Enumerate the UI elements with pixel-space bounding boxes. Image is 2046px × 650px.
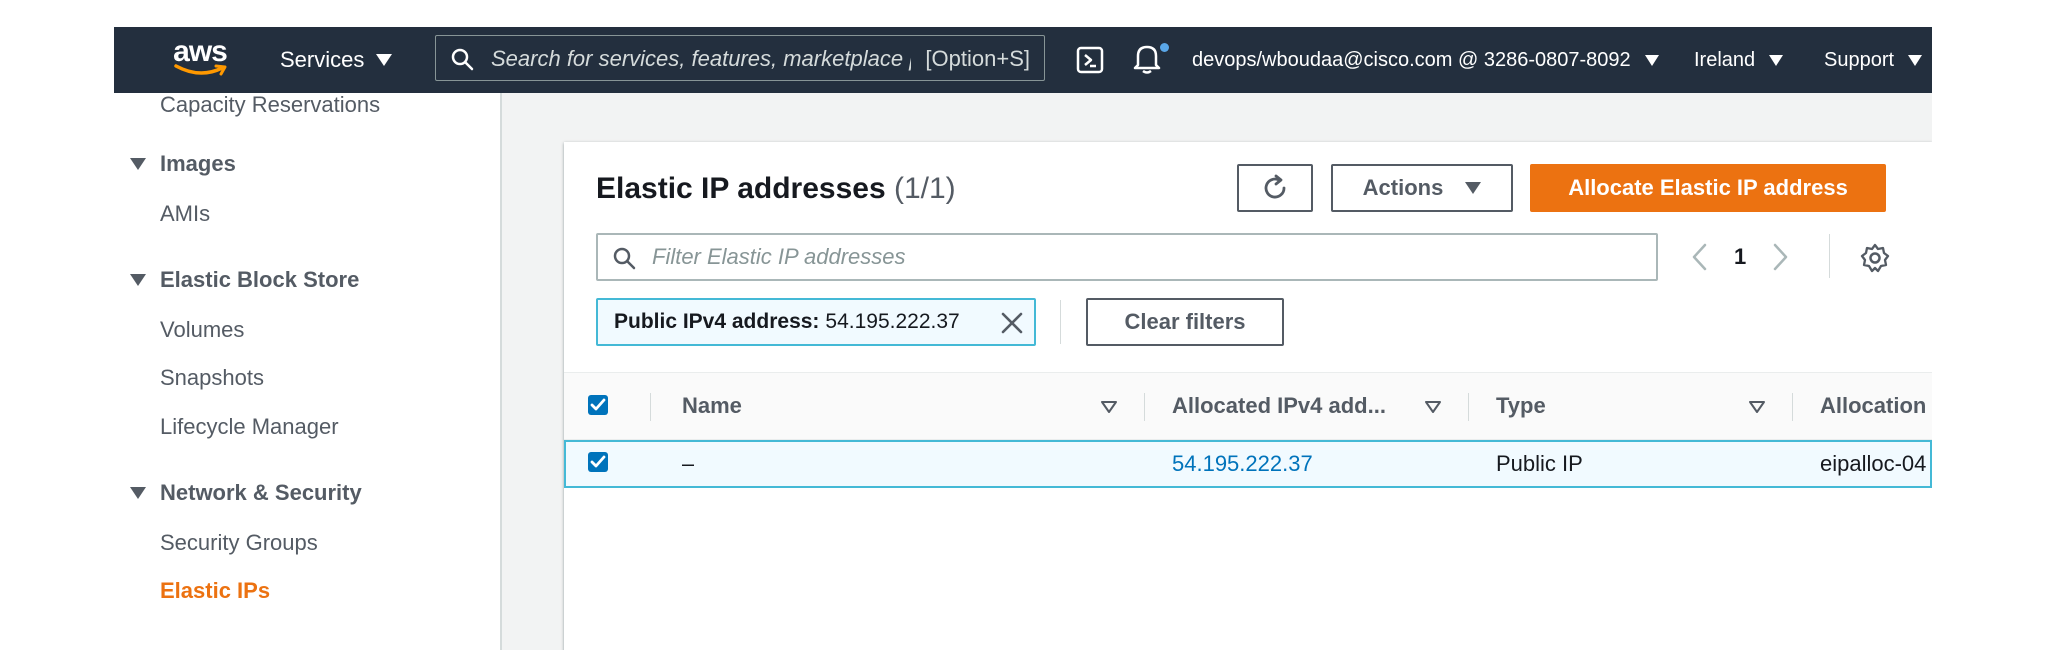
region-menu[interactable]: Ireland	[1694, 27, 1784, 93]
checkmark-icon	[590, 455, 606, 468]
caret-down-icon	[1465, 182, 1482, 194]
sort-caret-icon[interactable]	[1100, 400, 1118, 414]
support-menu[interactable]: Support	[1824, 27, 1923, 93]
region-label: Ireland	[1694, 48, 1756, 71]
aws-logo[interactable]: aws	[170, 37, 230, 81]
refresh-button[interactable]	[1237, 164, 1313, 212]
sidebar-section-label: Elastic Block Store	[160, 267, 360, 292]
column-header-allocated-ipv4[interactable]: Allocated IPv4 add...	[1172, 373, 1412, 439]
close-icon[interactable]	[1000, 311, 1024, 335]
account-menu[interactable]: devops/wboudaa@cisco.com @ 3286-0807-809…	[1192, 27, 1659, 93]
sidebar-item-security-groups[interactable]: Security Groups	[160, 530, 318, 556]
caret-down-icon	[130, 274, 146, 286]
column-divider	[1144, 393, 1145, 421]
filter-elastic-ip-input[interactable]: Filter Elastic IP addresses	[596, 233, 1658, 281]
column-header-type[interactable]: Type	[1496, 373, 1696, 439]
sidebar: Capacity Reservations Images AMIs Elasti…	[114, 92, 502, 650]
cell-name: –	[682, 451, 695, 476]
column-divider	[1468, 393, 1469, 421]
search-icon	[451, 48, 474, 71]
sidebar-item-elastic-ips[interactable]: Elastic IPs	[160, 578, 270, 604]
allocate-elastic-ip-button[interactable]: Allocate Elastic IP address	[1530, 164, 1886, 212]
filter-placeholder: Filter Elastic IP addresses	[652, 244, 906, 269]
filter-token-label: Public IPv4 address:	[614, 310, 820, 333]
table-header: Name Allocated IPv4 add... Type Allocati…	[564, 373, 1932, 440]
chevron-left-icon[interactable]	[1690, 242, 1710, 272]
active-filter-token: Public IPv4 address: 54.195.222.37	[596, 298, 1036, 346]
chevron-right-icon[interactable]	[1770, 242, 1790, 272]
sidebar-section-elastic-block-store[interactable]: Elastic Block Store	[130, 267, 359, 293]
account-label: devops/wboudaa@cisco.com @ 3286-0807-809…	[1192, 48, 1631, 71]
caret-down-icon	[1908, 54, 1923, 66]
checkmark-icon	[590, 398, 606, 411]
divider	[1060, 300, 1061, 344]
elastic-ips-panel: Elastic IP addresses (1/1) Actions Alloc…	[564, 142, 1932, 650]
global-search-input[interactable]: Search for services, features, marketpla…	[435, 35, 1045, 81]
actions-label: Actions	[1362, 175, 1444, 200]
search-icon	[613, 247, 636, 270]
column-divider	[1792, 393, 1793, 421]
cell-type: Public IP	[1496, 451, 1583, 476]
sidebar-item-volumes[interactable]: Volumes	[160, 317, 244, 343]
column-header-name[interactable]: Name	[682, 373, 942, 439]
page-title-text: Elastic IP addresses	[596, 172, 886, 205]
filter-token-value: 54.195.222.37	[825, 310, 960, 333]
notification-dot	[1160, 43, 1169, 52]
caret-down-icon	[130, 158, 146, 170]
console-frame: aws Services Search for services, featur…	[114, 27, 1932, 650]
caret-down-icon	[1644, 54, 1659, 66]
services-label: Services	[280, 47, 365, 72]
selection-count: (1/1)	[893, 172, 956, 205]
global-search-placeholder: Search for services, features, marketpla…	[491, 46, 911, 71]
settings-gear-icon[interactable]	[1860, 243, 1890, 273]
caret-down-icon	[1769, 54, 1784, 66]
sidebar-section-network-security[interactable]: Network & Security	[130, 480, 362, 506]
notifications-bell-icon[interactable]	[1132, 42, 1162, 74]
cell-allocated-ip-link[interactable]: 54.195.222.37	[1172, 442, 1313, 486]
sidebar-item-amis[interactable]: AMIs	[160, 201, 210, 227]
page-title: Elastic IP addresses (1/1)	[596, 172, 956, 206]
services-menu[interactable]: Services	[280, 27, 393, 93]
support-label: Support	[1824, 48, 1895, 71]
column-header-allocation[interactable]: Allocation	[1820, 373, 1932, 439]
table-row[interactable]: – 54.195.222.37 Public IP eipalloc-04	[564, 440, 1932, 488]
sidebar-item-snapshots[interactable]: Snapshots	[160, 365, 264, 391]
top-navigation: aws Services Search for services, featur…	[114, 27, 1932, 93]
sort-caret-icon[interactable]	[1424, 400, 1442, 414]
clear-filters-button[interactable]: Clear filters	[1086, 298, 1284, 346]
page-number[interactable]: 1	[1734, 244, 1746, 270]
search-shortcut-hint: [Option+S]	[925, 46, 1030, 71]
caret-down-icon	[376, 54, 393, 66]
sidebar-section-label: Network & Security	[160, 480, 362, 505]
refresh-icon	[1264, 174, 1286, 199]
caret-down-icon	[130, 487, 146, 499]
column-divider	[650, 393, 651, 421]
sidebar-item-lifecycle-manager[interactable]: Lifecycle Manager	[160, 414, 339, 440]
sidebar-item-capacity-reservations[interactable]: Capacity Reservations	[160, 92, 380, 118]
sort-caret-icon[interactable]	[1748, 400, 1766, 414]
row-checkbox[interactable]	[588, 452, 608, 472]
actions-button[interactable]: Actions	[1331, 164, 1513, 212]
pagination: 1	[1690, 232, 1790, 282]
select-all-checkbox[interactable]	[588, 395, 608, 415]
cell-allocation-id: eipalloc-04	[1820, 451, 1927, 476]
panel-header: Elastic IP addresses (1/1) Actions Alloc…	[564, 142, 1932, 373]
aws-smile-icon	[174, 64, 227, 76]
cloudshell-icon[interactable]	[1076, 46, 1104, 74]
divider	[1829, 234, 1830, 278]
sidebar-section-images[interactable]: Images	[130, 151, 236, 177]
sidebar-section-label: Images	[160, 151, 236, 176]
